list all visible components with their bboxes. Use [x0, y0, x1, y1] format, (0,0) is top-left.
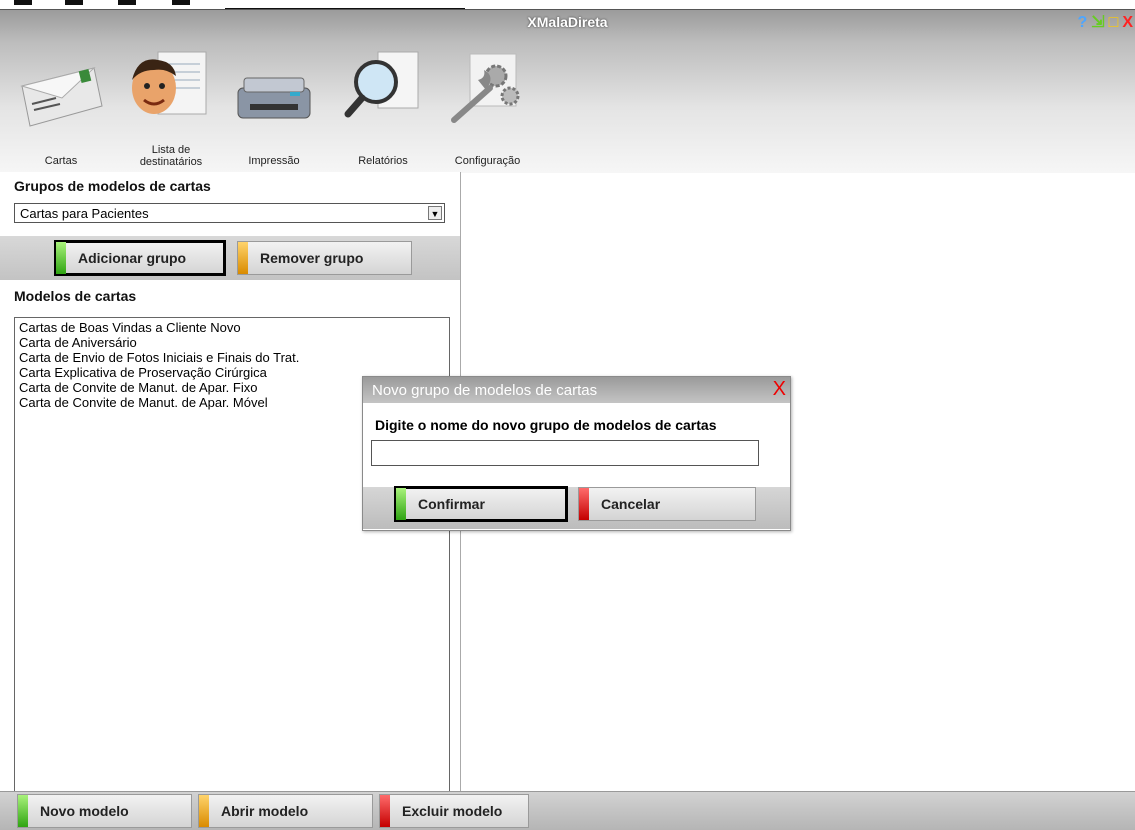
top-strip [0, 0, 465, 10]
new-group-dialog: Novo grupo de modelos de cartas X Digite… [362, 376, 791, 531]
envelope-icon [16, 46, 106, 131]
cancel-label: Cancelar [601, 496, 661, 512]
add-group-label: Adicionar grupo [78, 250, 187, 266]
dialog-prompt: Digite o nome do novo grupo de modelos d… [375, 417, 717, 433]
group-name-input[interactable] [371, 440, 759, 466]
window-controls: ? ⇲ □ X [1077, 15, 1133, 31]
remove-group-accent [238, 242, 248, 274]
window-title: XMalaDireta [527, 14, 608, 30]
toolbar-configuracao-label: Configuração [454, 155, 521, 167]
cancel-button[interactable]: Cancelar [578, 487, 756, 521]
toolbar-lista-label: Lista de destinatários [139, 144, 203, 168]
list-item[interactable]: Carta de Envio de Fotos Iniciais e Finai… [15, 350, 449, 365]
maximize-icon[interactable]: □ [1109, 15, 1119, 31]
remove-group-label: Remover grupo [260, 250, 364, 266]
add-group-button[interactable]: Adicionar grupo [54, 240, 226, 276]
new-model-accent [18, 795, 28, 827]
list-item[interactable]: Carta de Aniversário [15, 335, 449, 350]
open-model-button[interactable]: Abrir modelo [198, 794, 373, 828]
new-model-button[interactable]: Novo modelo [17, 794, 192, 828]
toolbar-configuracao[interactable]: Configuração [440, 46, 535, 174]
title-bar: XMalaDireta ? ⇲ □ X Cartas Lista de dest… [0, 9, 1135, 173]
groups-select[interactable]: Cartas para Pacientes ▼ [14, 203, 445, 223]
dialog-close-icon[interactable]: X [773, 378, 786, 400]
person-list-icon [118, 46, 214, 131]
groups-button-bar: Adicionar grupo Remover grupo [0, 236, 460, 280]
wrench-gear-icon [440, 46, 535, 131]
close-icon[interactable]: X [1122, 15, 1133, 31]
cancel-accent [579, 488, 589, 520]
printer-icon [228, 46, 320, 131]
bottom-bar: Novo modelo Abrir modelo Excluir modelo [0, 791, 1135, 830]
minimize-icon[interactable]: ⇲ [1091, 15, 1104, 31]
groups-select-value: Cartas para Pacientes [20, 206, 149, 221]
confirm-button[interactable]: Confirmar [394, 486, 568, 522]
delete-model-button[interactable]: Excluir modelo [379, 794, 529, 828]
help-icon[interactable]: ? [1077, 15, 1087, 31]
delete-model-accent [380, 795, 390, 827]
groups-title: Grupos de modelos de cartas [14, 178, 211, 194]
chevron-down-icon[interactable]: ▼ [428, 206, 442, 220]
models-title: Modelos de cartas [14, 288, 137, 304]
confirm-accent [396, 488, 406, 520]
remove-group-button[interactable]: Remover grupo [237, 241, 412, 275]
dialog-header: Novo grupo de modelos de cartas X [363, 377, 790, 403]
open-model-label: Abrir modelo [221, 803, 309, 819]
toolbar-cartas-label: Cartas [44, 155, 78, 167]
add-group-accent [56, 242, 66, 274]
confirm-label: Confirmar [418, 496, 485, 512]
toolbar-relatorios[interactable]: Relatórios [338, 46, 428, 174]
magnifier-report-icon [338, 46, 428, 131]
toolbar-impressao-label: Impressão [248, 155, 300, 167]
toolbar-impressao[interactable]: Impressão [228, 46, 320, 174]
toolbar-cartas[interactable]: Cartas [16, 46, 106, 174]
toolbar-relatorios-label: Relatórios [358, 155, 408, 167]
dialog-title: Novo grupo de modelos de cartas [372, 382, 598, 399]
open-model-accent [199, 795, 209, 827]
dialog-button-bar: Confirmar Cancelar [363, 486, 790, 529]
list-item[interactable]: Cartas de Boas Vindas a Cliente Novo [15, 320, 449, 335]
toolbar-lista-destinatarios[interactable]: Lista de destinatários [118, 46, 214, 174]
new-model-label: Novo modelo [40, 803, 129, 819]
delete-model-label: Excluir modelo [402, 803, 503, 819]
